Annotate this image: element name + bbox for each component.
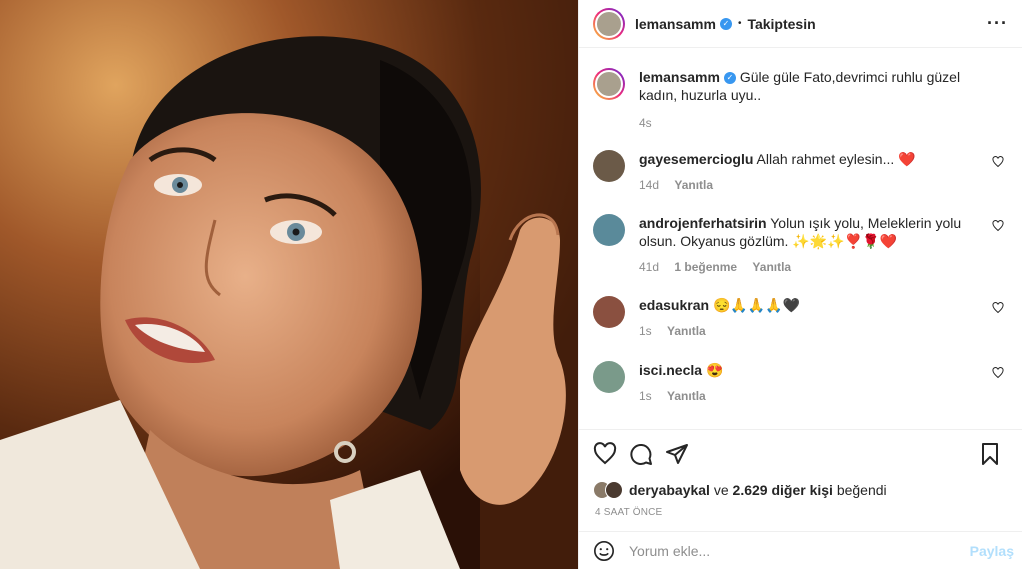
likes-summary: deryabaykal ve 2.629 diğer kişi beğendi: [579, 477, 1022, 503]
reply-button[interactable]: Yanıtla: [667, 324, 706, 338]
reply-button[interactable]: Yanıtla: [752, 260, 791, 274]
caption-avatar[interactable]: [593, 68, 625, 100]
bookmark-icon[interactable]: [978, 442, 1002, 466]
comment-time[interactable]: 1s: [639, 324, 652, 338]
heart-icon[interactable]: [593, 441, 617, 466]
comment-username[interactable]: androjenferhatsirin: [639, 215, 767, 231]
comment-meta: 41d 1 beğenme Yanıtla: [639, 260, 1008, 274]
comment-body: gayesemercioglu Allah rahmet eylesin... …: [639, 150, 969, 168]
liker-username[interactable]: deryabaykal: [629, 482, 710, 498]
caption-body: lemansamm ✓ Güle güle Fato,devrimci ruhlu…: [639, 68, 969, 104]
caption-username[interactable]: lemansamm: [639, 69, 720, 85]
comment-avatar[interactable]: [593, 214, 625, 246]
liker-avatar[interactable]: [605, 481, 623, 499]
more-horizontal-icon[interactable]: ···: [987, 14, 1008, 32]
author-avatar[interactable]: [593, 7, 625, 40]
comment-meta: 14d Yanıtla: [639, 178, 1008, 192]
follow-status[interactable]: Takiptesin: [747, 16, 815, 32]
comment-time[interactable]: 14d: [639, 178, 659, 192]
caption: lemansamm ✓ Güle güle Fato,devrimci ruhlu…: [593, 68, 1008, 130]
comment-meta: 1s Yanıtla: [639, 389, 1008, 403]
author-username[interactable]: lemansamm: [635, 16, 716, 32]
comment-like-heart-icon[interactable]: [992, 302, 1004, 314]
caption-time[interactable]: 4s: [639, 116, 652, 130]
post-comment-button[interactable]: Paylaş: [970, 543, 1014, 559]
comment-input[interactable]: [629, 542, 929, 559]
comment-avatar[interactable]: [593, 296, 625, 328]
comment-item: edasukran 😔🙏🙏🙏🖤 1s Yanıtla: [593, 296, 1008, 338]
comment-avatar[interactable]: [593, 361, 625, 393]
action-bar: [579, 429, 1022, 477]
comment-text: 😔🙏🙏🙏🖤: [712, 297, 801, 313]
comment-username[interactable]: gayesemercioglu: [639, 151, 753, 167]
post-panel: lemansamm ✓ • Takiptesin ··· lemansamm ✓ …: [578, 0, 1022, 569]
reply-button[interactable]: Yanıtla: [674, 178, 713, 192]
comment-body: edasukran 😔🙏🙏🙏🖤: [639, 296, 969, 314]
likes-connector: ve: [713, 482, 729, 498]
add-comment-bar: Paylaş: [579, 531, 1022, 569]
comment-username[interactable]: edasukran: [639, 297, 709, 313]
caption-meta: 4s: [639, 116, 1008, 130]
post-photo-illustration: [0, 0, 578, 569]
comment-like-heart-icon[interactable]: [992, 220, 1004, 232]
post-timestamp[interactable]: 4 SAAT ÖNCE: [579, 503, 1022, 531]
comment-avatar[interactable]: [593, 150, 625, 182]
comment-like-heart-icon[interactable]: [992, 156, 1004, 168]
verified-icon: ✓: [723, 72, 736, 85]
likes-others[interactable]: 2.629 diğer kişi: [733, 482, 833, 498]
comment-text: 😍: [705, 362, 724, 378]
comment-text: Allah rahmet eylesin... ❤️: [756, 151, 916, 167]
verified-icon: ✓: [719, 17, 732, 30]
comment-item: isci.necla 😍 1s Yanıtla: [593, 361, 1008, 403]
comment-icon[interactable]: [629, 442, 653, 466]
likes-suffix: beğendi: [836, 482, 887, 498]
comment-username[interactable]: isci.necla: [639, 362, 702, 378]
comment-item: androjenferhatsirin Yolun ışık yolu, Mel…: [593, 214, 1008, 274]
separator-dot: •: [737, 18, 742, 29]
comment-time[interactable]: 1s: [639, 389, 652, 403]
comment-item: gayesemercioglu Allah rahmet eylesin... …: [593, 150, 1008, 192]
reply-button[interactable]: Yanıtla: [667, 389, 706, 403]
comment-like-heart-icon[interactable]: [992, 367, 1004, 379]
comment-body: androjenferhatsirin Yolun ışık yolu, Mel…: [639, 214, 969, 250]
comments-section[interactable]: lemansamm ✓ Güle güle Fato,devrimci ruhlu…: [579, 48, 1022, 429]
post-image[interactable]: [0, 0, 578, 569]
comment-time[interactable]: 41d: [639, 260, 659, 274]
comment-meta: 1s Yanıtla: [639, 324, 1008, 338]
comment-likes-count[interactable]: 1 beğenme: [674, 260, 737, 274]
share-icon[interactable]: [665, 442, 689, 466]
emoji-icon[interactable]: [593, 540, 615, 562]
post-header: lemansamm ✓ • Takiptesin ···: [579, 0, 1022, 48]
comment-body: isci.necla 😍: [639, 361, 969, 379]
